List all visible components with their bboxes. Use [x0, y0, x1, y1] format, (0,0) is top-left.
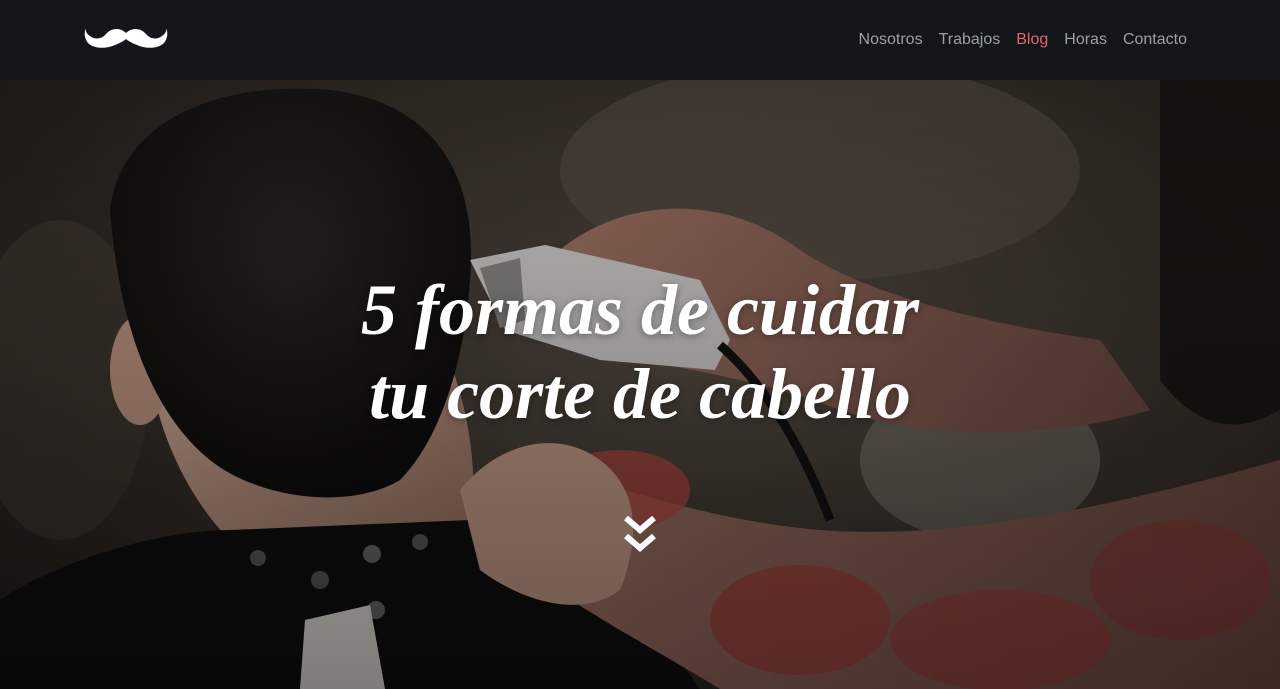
- hero-section: 5 formas de cuidar tu corte de cabello: [0, 80, 1280, 689]
- hero-title-line-1: 5 formas de cuidar: [361, 270, 919, 350]
- nav-link-blog[interactable]: Blog: [1016, 29, 1048, 51]
- hero-title-line-2: tu corte de cabello: [369, 354, 911, 434]
- nav-link-nosotros[interactable]: Nosotros: [859, 29, 923, 51]
- mustache-icon[interactable]: [84, 24, 168, 52]
- double-chevron-down-icon[interactable]: [624, 514, 656, 556]
- nav-link-trabajos[interactable]: Trabajos: [939, 29, 1001, 51]
- nav-link-horas[interactable]: Horas: [1064, 29, 1107, 51]
- main-nav: Nosotros Trabajos Blog Horas Contacto: [859, 29, 1187, 51]
- nav-link-contacto[interactable]: Contacto: [1123, 29, 1187, 51]
- navbar: Nosotros Trabajos Blog Horas Contacto: [0, 0, 1280, 80]
- hero-title: 5 formas de cuidar tu corte de cabello: [0, 268, 1280, 436]
